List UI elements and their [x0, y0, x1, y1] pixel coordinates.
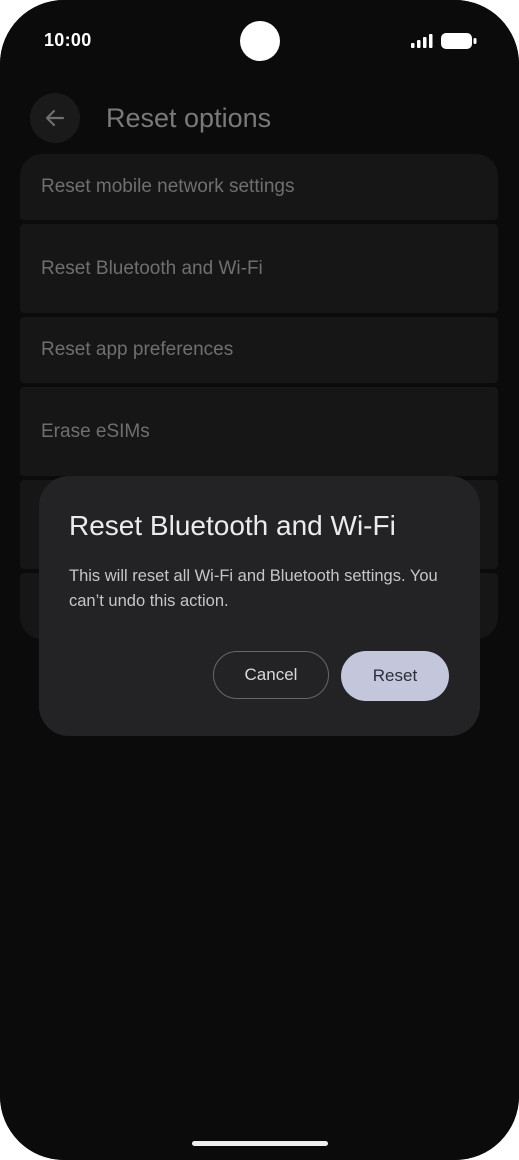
screen: 10:00 Reset options Reset mobile network… — [0, 0, 519, 1160]
option-label: Reset app preferences — [41, 339, 234, 360]
page-title: Reset options — [106, 103, 272, 133]
dialog-message: This will reset all Wi-Fi and Bluetooth … — [69, 567, 438, 610]
option-erase-esims[interactable]: Erase eSIMs — [20, 387, 498, 476]
signal-icon — [411, 34, 433, 48]
option-label: Reset Bluetooth and Wi-Fi — [41, 257, 263, 279]
option-label: Reset mobile network settings — [41, 176, 295, 197]
cancel-button[interactable]: Cancel — [213, 651, 329, 699]
battery-icon — [441, 33, 477, 49]
reset-button[interactable]: Reset — [341, 651, 449, 701]
front-camera — [240, 21, 280, 61]
phone-frame: 10:00 Reset options Reset mobile network… — [0, 0, 519, 1160]
arrow-back-icon — [45, 109, 65, 127]
back-button[interactable] — [30, 93, 80, 143]
option-reset-bluetooth-wifi[interactable]: Reset Bluetooth and Wi-Fi — [20, 224, 498, 313]
status-time: 10:00 — [44, 30, 92, 50]
option-reset-app-preferences[interactable]: Reset app preferences — [20, 317, 498, 383]
dialog-title: Reset Bluetooth and Wi-Fi — [69, 510, 396, 541]
option-label: Erase eSIMs — [41, 420, 150, 442]
option-reset-mobile-network[interactable]: Reset mobile network settings — [20, 154, 498, 220]
home-indicator[interactable] — [192, 1141, 328, 1146]
confirm-dialog: Reset Bluetooth and Wi-Fi This will rese… — [39, 476, 480, 736]
